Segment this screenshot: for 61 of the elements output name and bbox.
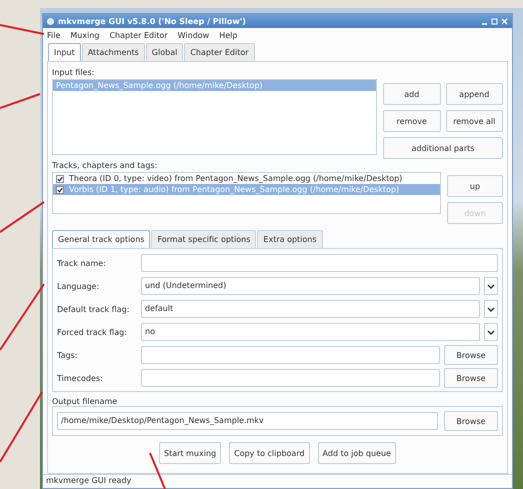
chevron-down-icon: [487, 330, 495, 334]
tab[interactable]: General track options: [52, 230, 150, 249]
file-button[interactable]: append: [446, 83, 503, 105]
field-label: Track name:: [57, 258, 107, 268]
output-filename-field[interactable]: /home/mike/Desktop/Pentagon_News_Sample.mkv: [57, 412, 438, 430]
track-list-item[interactable]: Theora (ID 0, type: video) from Pentagon_News_Sample.ogg (/home/mike/Desktop): [53, 173, 440, 184]
field-label: Language:: [57, 282, 100, 290]
file-button[interactable]: additional parts: [383, 137, 503, 159]
window-title: mkvmerge GUI v5.8.0 ('No Sleep / Pillow'): [58, 16, 247, 26]
tab[interactable]: Attachments: [82, 43, 145, 61]
file-button[interactable]: add: [383, 83, 440, 105]
app-icon: [47, 18, 54, 24]
dropdown-field[interactable]: und (Undetermined): [141, 277, 480, 295]
chevron-down-icon: [487, 284, 495, 288]
field-label: Forced track flag:: [57, 328, 128, 336]
leader-line: [0, 24, 44, 35]
browse-button[interactable]: Browse: [444, 411, 498, 431]
dropdown-button[interactable]: [484, 323, 498, 341]
dropdown-field[interactable]: default: [141, 300, 480, 318]
field-label: Default track flag:: [57, 304, 130, 314]
dropdown-field[interactable]: no: [141, 323, 480, 341]
menu-item[interactable]: Chapter Editor: [109, 31, 168, 40]
action-button[interactable]: Add to job queue: [318, 442, 396, 464]
dropdown-button[interactable]: [484, 300, 498, 318]
file-button[interactable]: remove: [383, 110, 440, 132]
move-button[interactable]: up: [447, 175, 503, 197]
action-button[interactable]: Copy to clipboard: [229, 442, 310, 464]
input-field[interactable]: [141, 346, 440, 364]
tab[interactable]: Extra options: [257, 230, 323, 248]
leader-line: [149, 452, 166, 489]
leader-line: [0, 93, 40, 109]
field-label: Tags:: [57, 350, 78, 360]
close-icon[interactable]: [501, 18, 508, 24]
field-label: Timecodes:: [57, 374, 104, 382]
dropdown-button[interactable]: [484, 277, 498, 295]
browse-button[interactable]: Browse: [444, 345, 498, 365]
tab[interactable]: Format specific options: [151, 230, 256, 248]
status-bar: mkvmerge GUI ready: [43, 474, 512, 488]
menu-item[interactable]: Window: [178, 31, 210, 40]
tab[interactable]: Global: [146, 43, 184, 61]
browse-button[interactable]: Browse: [444, 368, 498, 388]
section-label: Tracks, chapters and tags:: [52, 161, 158, 170]
leader-line: [0, 283, 45, 351]
section-label: Input files:: [52, 68, 96, 77]
track-checkbox[interactable]: [56, 174, 64, 182]
track-label: Vorbis (ID 1, type: audio) from Pentagon_News_Sample.ogg (/home/mike/Desktop): [69, 185, 400, 194]
menu-item[interactable]: File: [47, 31, 60, 40]
leader-line: [0, 201, 45, 233]
input-field[interactable]: [141, 369, 440, 387]
tab[interactable]: Chapter Editor: [184, 43, 255, 61]
menu-item[interactable]: Muxing: [70, 31, 100, 40]
menu-item[interactable]: Help: [219, 31, 238, 40]
tab[interactable]: Input: [48, 43, 81, 62]
chevron-down-icon: [487, 306, 495, 312]
file-button[interactable]: remove all: [446, 110, 503, 132]
leader-line: [0, 391, 43, 463]
section-label: Output filename: [52, 397, 118, 406]
maximize-icon[interactable]: [491, 18, 498, 24]
track-label: Theora (ID 0, type: video) from Pentagon_News_Sample.ogg (/home/mike/Desktop): [69, 174, 402, 183]
action-button[interactable]: Start muxing: [159, 442, 222, 464]
input-field[interactable]: [141, 254, 498, 272]
